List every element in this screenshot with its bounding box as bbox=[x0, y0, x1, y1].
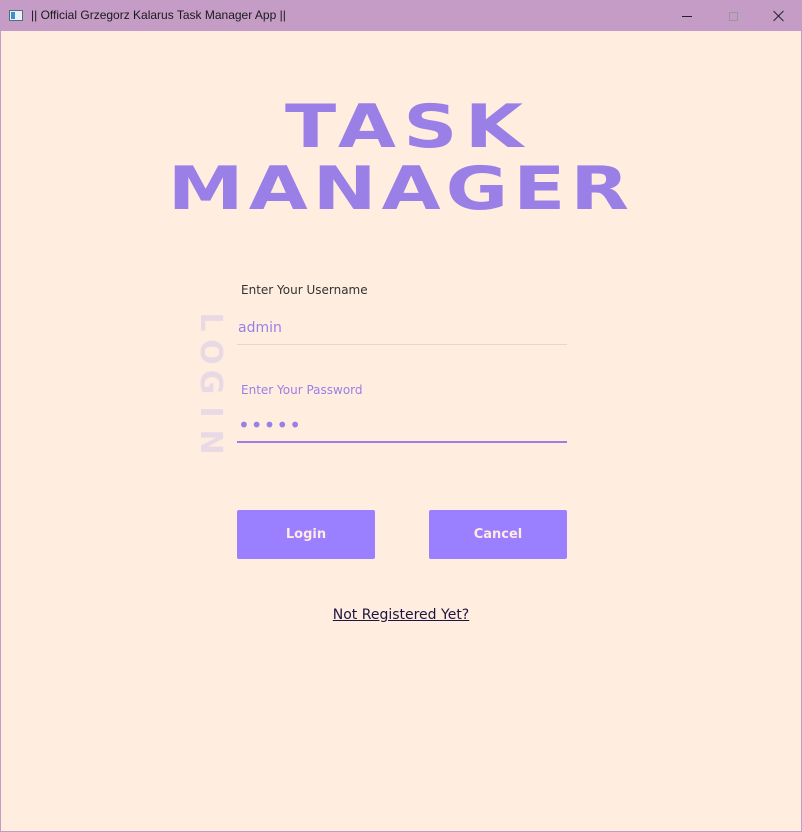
app-icon bbox=[9, 10, 23, 21]
title-bar[interactable]: || Official Grzegorz Kalarus Task Manage… bbox=[1, 1, 801, 31]
username-input[interactable] bbox=[237, 311, 567, 345]
side-letter: O bbox=[193, 339, 228, 365]
side-letter: L bbox=[193, 312, 228, 332]
close-icon bbox=[773, 10, 785, 22]
password-label: Enter Your Password bbox=[241, 383, 363, 397]
logo-line-manager: MANAGER bbox=[167, 154, 635, 224]
maximize-icon bbox=[728, 11, 738, 21]
minimize-button[interactable] bbox=[664, 1, 710, 31]
window-title: || Official Grzegorz Kalarus Task Manage… bbox=[31, 8, 286, 22]
close-button[interactable] bbox=[756, 1, 801, 31]
side-letter: N bbox=[193, 429, 228, 455]
register-link[interactable]: Not Registered Yet? bbox=[1, 607, 801, 623]
app-window: || Official Grzegorz Kalarus Task Manage… bbox=[0, 0, 802, 832]
side-login-label: L O G I N bbox=[193, 307, 228, 457]
maximize-button[interactable] bbox=[710, 1, 756, 31]
cancel-button[interactable]: Cancel bbox=[429, 510, 567, 559]
logo-line-task: TASK bbox=[284, 92, 531, 162]
username-label: Enter Your Username bbox=[241, 283, 368, 297]
password-input[interactable] bbox=[237, 409, 567, 443]
side-letter: G bbox=[193, 369, 228, 395]
side-letter: I bbox=[193, 406, 228, 418]
login-button[interactable]: Login bbox=[237, 510, 375, 559]
minimize-icon bbox=[682, 15, 692, 17]
